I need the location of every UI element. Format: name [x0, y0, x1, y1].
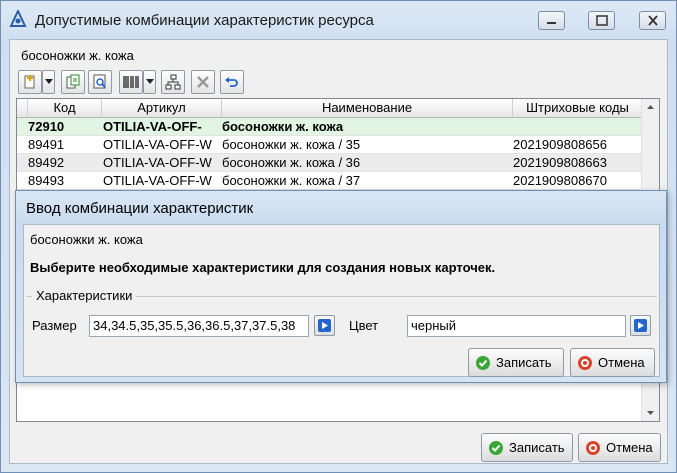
minimize-button[interactable]: [538, 11, 565, 30]
cell-name: босоножки ж. кожа: [222, 119, 344, 134]
scroll-up-icon[interactable]: [642, 99, 659, 116]
cell-code: 72910: [28, 119, 65, 134]
delete-button[interactable]: [191, 70, 215, 94]
color-field[interactable]: черный: [407, 315, 626, 337]
cell-article: OTILIA-VA-OFF-W: [103, 137, 212, 152]
characteristics-group: Характеристики Размер 34,34.5,35,35.5,36…: [26, 288, 657, 346]
title-bar: Допустимые комбинации характеристик ресу…: [1, 1, 676, 39]
chevron-down-icon: [145, 79, 154, 84]
minimize-icon: [547, 22, 556, 24]
cell-name: босоножки ж. кожа / 35: [222, 137, 361, 152]
resource-label: босоножки ж. кожа: [21, 48, 134, 63]
dialog-cancel-label: Отмена: [598, 355, 645, 370]
view-button[interactable]: [88, 70, 112, 94]
barcode-dropdown-button[interactable]: [143, 70, 156, 94]
table-row[interactable]: 72910 OTILIA-VA-OFF- босоножки ж. кожа: [17, 118, 642, 136]
delete-icon: [197, 76, 209, 88]
copy-document-icon: [66, 74, 80, 89]
table-row[interactable]: 89492 OTILIA-VA-OFF-W босоножки ж. кожа …: [17, 154, 642, 172]
dialog-cancel-button[interactable]: Отмена: [570, 348, 655, 377]
size-field[interactable]: 34,34.5,35,35.5,36,36.5,37,37.5,38: [89, 315, 309, 337]
close-icon: [648, 15, 658, 26]
dialog-title: Ввод комбинации характеристик: [26, 200, 254, 217]
cell-barcode: 2021909808663: [513, 155, 607, 170]
column-header-barcodes[interactable]: Штриховые коды: [513, 99, 643, 117]
app-icon: [9, 10, 27, 27]
cell-barcode: 2021909808656: [513, 137, 607, 152]
column-header-article[interactable]: Артикул: [102, 99, 222, 117]
save-button-label: Записать: [509, 440, 565, 455]
save-button[interactable]: Записать: [481, 433, 573, 462]
cell-article: OTILIA-VA-OFF-W: [103, 173, 212, 188]
dialog-save-button[interactable]: Записать: [468, 348, 564, 377]
combinations-button[interactable]: [161, 70, 185, 94]
column-header-name[interactable]: Наименование: [222, 99, 513, 117]
magnifier-document-icon: [93, 74, 106, 89]
scroll-down-icon[interactable]: [642, 404, 659, 421]
cell-article: OTILIA-VA-OFF-W: [103, 155, 212, 170]
undo-button[interactable]: [220, 70, 244, 94]
cell-code: 89491: [28, 137, 65, 152]
column-header-code[interactable]: Код: [28, 99, 102, 117]
cancel-icon: [578, 356, 592, 370]
cell-code: 89493: [28, 173, 65, 188]
check-icon: [489, 441, 503, 455]
grid-header: Код Артикул Наименование Штриховые коды: [17, 99, 643, 118]
add-button[interactable]: [18, 70, 42, 94]
cancel-icon: [586, 441, 600, 455]
cell-barcode: 2021909808670: [513, 173, 607, 188]
check-icon: [476, 356, 490, 370]
row-selector-header: [17, 99, 28, 117]
color-select-button[interactable]: [630, 315, 651, 336]
cell-name: босоножки ж. кожа / 37: [222, 173, 361, 188]
table-row[interactable]: 89493 OTILIA-VA-OFF-W босоножки ж. кожа …: [17, 172, 642, 190]
new-document-icon: [24, 75, 35, 89]
barcode-icon: [123, 76, 139, 88]
hierarchy-icon: [165, 74, 181, 90]
maximize-icon: [596, 15, 608, 26]
size-select-button[interactable]: [314, 315, 335, 336]
barcode-button[interactable]: [119, 70, 143, 94]
group-title: Характеристики: [32, 288, 137, 303]
close-button[interactable]: [639, 11, 666, 30]
cell-name: босоножки ж. кожа / 36: [222, 155, 361, 170]
play-arrow-icon: [634, 319, 647, 332]
window-title: Допустимые комбинации характеристик ресу…: [35, 12, 374, 29]
cancel-button[interactable]: Отмена: [578, 433, 661, 462]
copy-button[interactable]: [61, 70, 85, 94]
play-arrow-icon: [318, 319, 331, 332]
chevron-down-icon: [44, 79, 53, 84]
maximize-button[interactable]: [588, 11, 615, 30]
cancel-button-label: Отмена: [606, 440, 653, 455]
add-dropdown-button[interactable]: [42, 70, 55, 94]
dialog-client-area: босоножки ж. кожа Выберите необходимые х…: [23, 224, 660, 377]
undo-icon: [225, 77, 238, 87]
dialog-resource-label: босоножки ж. кожа: [30, 232, 143, 247]
cell-code: 89492: [28, 155, 65, 170]
dialog-instruction: Выберите необходимые характеристики для …: [30, 260, 496, 275]
combination-dialog: Ввод комбинации характеристик босоножки …: [15, 190, 667, 383]
color-label: Цвет: [349, 318, 379, 333]
size-label: Размер: [32, 318, 77, 333]
table-row[interactable]: 89491 OTILIA-VA-OFF-W босоножки ж. кожа …: [17, 136, 642, 154]
dialog-save-label: Записать: [496, 355, 552, 370]
